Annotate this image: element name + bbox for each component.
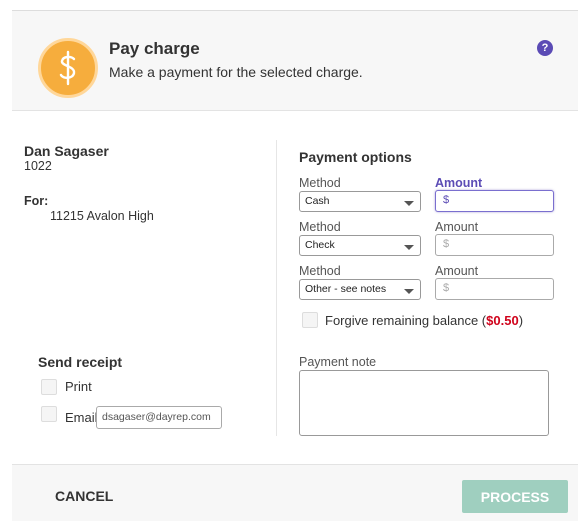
- amount-label: Amount: [435, 220, 479, 234]
- dollar-coin-icon: [38, 38, 98, 98]
- print-label: Print: [65, 379, 92, 394]
- column-divider: [276, 140, 277, 436]
- email-checkbox[interactable]: [41, 406, 57, 422]
- for-value: 11215 Avalon High: [50, 209, 154, 223]
- send-receipt-title: Send receipt: [38, 354, 123, 370]
- forgive-amount: $0.50: [486, 313, 519, 328]
- for-label: For:: [24, 194, 49, 208]
- method-label: Method: [299, 220, 341, 234]
- amount-label: Amount: [435, 264, 479, 278]
- method-select-value: Cash: [305, 195, 330, 207]
- amount-input-2[interactable]: $: [435, 234, 554, 256]
- method-label: Method: [299, 176, 341, 190]
- forgive-text: Forgive remaining balance (: [325, 313, 487, 328]
- customer-id: 1022: [24, 159, 52, 173]
- method-select-value: Other - see notes: [305, 283, 387, 295]
- print-checkbox[interactable]: [41, 379, 57, 395]
- modal-subtitle: Make a payment for the selected charge.: [109, 64, 363, 80]
- process-button[interactable]: PROCESS: [462, 480, 568, 513]
- dollar-sign-glyph: [59, 50, 76, 86]
- amount-label: Amount: [435, 176, 483, 190]
- forgive-balance-checkbox[interactable]: [302, 312, 318, 328]
- method-select-2[interactable]: Check: [299, 235, 421, 256]
- customer-name: Dan Sagaser: [24, 143, 109, 159]
- amount-input-1[interactable]: $: [435, 190, 554, 212]
- method-label: Method: [299, 264, 341, 278]
- payment-note-label: Payment note: [299, 355, 377, 369]
- email-label: Email: [65, 410, 98, 425]
- help-icon[interactable]: ?: [537, 40, 553, 56]
- cancel-button[interactable]: CANCEL: [55, 488, 113, 504]
- forgive-close: ): [518, 313, 524, 328]
- modal-title: Pay charge: [109, 39, 200, 58]
- chevron-down-icon: [404, 245, 414, 250]
- method-select-1[interactable]: Cash: [299, 191, 421, 212]
- amount-input-3[interactable]: $: [435, 278, 554, 300]
- email-field[interactable]: dsagaser@dayrep.com: [96, 406, 222, 429]
- payment-options-title: Payment options: [299, 149, 412, 165]
- method-select-3[interactable]: Other - see notes: [299, 279, 421, 300]
- payment-note-textarea[interactable]: [299, 370, 549, 436]
- chevron-down-icon: [404, 289, 414, 294]
- forgive-balance-label: Forgive remaining balance ($0.50): [325, 313, 523, 328]
- chevron-down-icon: [404, 201, 414, 206]
- method-select-value: Check: [305, 239, 335, 251]
